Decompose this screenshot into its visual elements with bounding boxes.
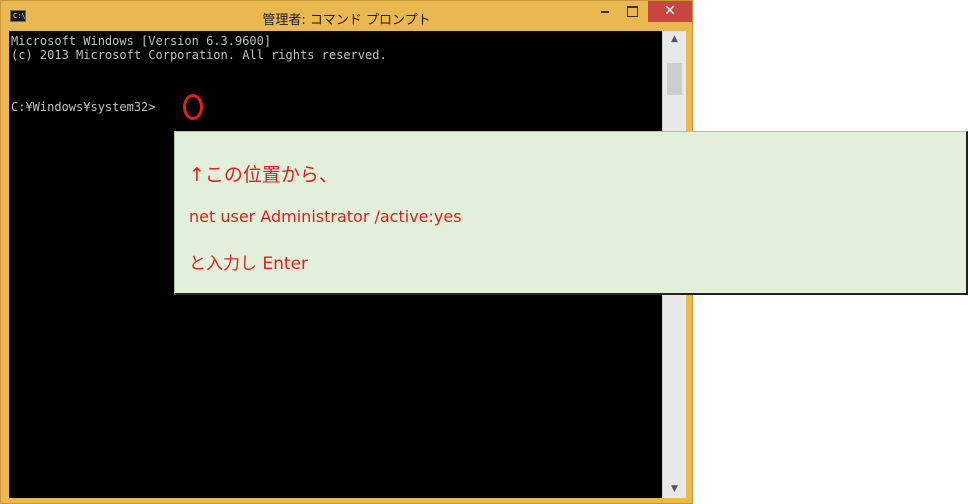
console-line-copyright: (c) 2013 Microsoft Corporation. All righ…	[11, 48, 387, 62]
scrollbar-thumb[interactable]	[667, 63, 682, 95]
console-line-version: Microsoft Windows [Version 6.3.9600]	[11, 34, 272, 48]
cursor-highlight-circle	[183, 94, 203, 120]
maximize-button[interactable]	[619, 1, 645, 22]
callout-line-command: net user Administrator /active:yes	[189, 207, 462, 226]
title-bar[interactable]: C:\ 管理者: コマンド プロンプト ✕	[1, 1, 692, 31]
minimize-button[interactable]	[591, 1, 619, 22]
scroll-up-icon[interactable]: ▲	[663, 31, 686, 48]
scroll-down-icon[interactable]: ▼	[663, 481, 686, 498]
close-icon: ✕	[664, 3, 676, 19]
window-title: 管理者: コマンド プロンプト	[262, 13, 431, 28]
instruction-callout: ↑この位置から、 net user Administrator /active:…	[174, 131, 968, 295]
close-button[interactable]: ✕	[648, 1, 692, 22]
callout-line-enter: と入力し Enter	[189, 254, 309, 274]
console-prompt: C:¥Windows¥system32>	[11, 100, 156, 114]
callout-line-position: ↑この位置から、	[189, 164, 338, 186]
